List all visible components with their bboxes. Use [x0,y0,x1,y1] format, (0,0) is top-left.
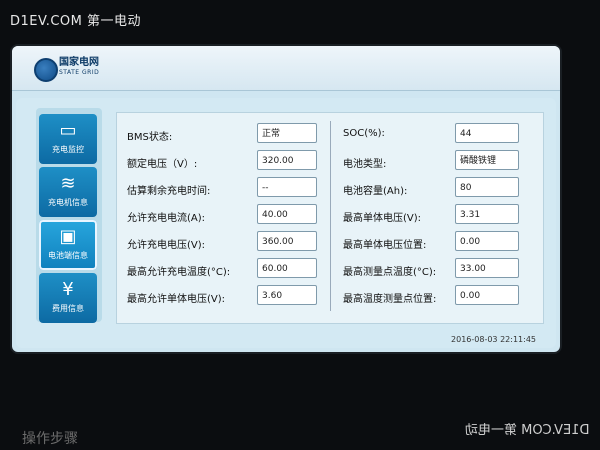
plug-icon: ▭ [59,120,77,141]
brand: 国家电网 STATE GRID [59,58,99,78]
field-label: 最高单体电压位置: [343,240,427,251]
brand-cn: 国家电网 [59,57,99,68]
field-label: 最高单体电压(V): [343,213,422,224]
field-value: 3.60 [257,285,317,305]
field-value: 0.00 [455,285,519,305]
field-label: 允许充电电压(V): [127,240,206,251]
field-value: 33.00 [455,258,519,278]
field-row: BMS状态: 正常 [127,123,322,145]
column-divider [330,121,331,311]
field-value: 360.00 [257,231,317,251]
field-row: 电池类型: 磷酸铁锂 [343,150,538,172]
battery-icon: ▣ [59,226,77,247]
charger-icon: ≋ [60,173,76,194]
field-label: 额定电压（V）: [127,159,198,170]
field-label: 最高允许充电温度(°C): [127,267,231,278]
content-area: ▭ 充电监控 ≋ 充电机信息 ▣ 电池端信息 ¥ 费用信息 BMS状态: 正常 [16,98,556,348]
menu-item-charger-info[interactable]: ≋ 充电机信息 [39,167,97,217]
state-grid-logo-icon [34,58,58,82]
watermark-bottom: D1EV.COM 第一电动 [465,423,590,438]
field-value: 320.00 [257,150,317,170]
field-row: 最高单体电压位置: 0.00 [343,231,538,253]
field-value: 0.00 [455,231,519,251]
field-value: 正常 [257,123,317,143]
field-label: 电池容量(Ah): [343,186,408,197]
header-bar: 国家电网 STATE GRID [12,46,560,91]
menu-item-charging-monitor[interactable]: ▭ 充电监控 [39,114,97,164]
field-row: 最高测量点温度(°C): 33.00 [343,258,538,280]
field-row: 最高单体电压(V): 3.31 [343,204,538,226]
bezel-label: 操作步骤 [22,431,78,447]
menu-item-fee-info[interactable]: ¥ 费用信息 [39,273,97,323]
brand-en: STATE GRID [59,69,100,76]
watermark-top: D1EV.COM 第一电动 [10,14,142,29]
field-value: 磷酸铁锂 [455,150,519,170]
field-label: 电池类型: [343,159,387,170]
field-label: 最高温度测量点位置: [343,294,437,305]
battery-info-panel: BMS状态: 正常 额定电压（V）: 320.00 估算剩余充电时间: -- 允… [116,112,544,324]
field-label: 最高允许单体电压(V): [127,294,226,305]
field-row: 允许充电电流(A): 40.00 [127,204,322,226]
menu-label: 电池端信息 [48,251,88,260]
menu-label: 费用信息 [52,304,84,313]
device-screen: 国家电网 STATE GRID ▭ 充电监控 ≋ 充电机信息 ▣ 电池端信息 ¥… [12,46,560,352]
field-value: 40.00 [257,204,317,224]
field-value: -- [257,177,317,197]
field-label: BMS状态: [127,132,173,143]
field-label: 最高测量点温度(°C): [343,267,437,278]
field-label: 允许充电电流(A): [127,213,206,224]
field-value: 60.00 [257,258,317,278]
menu-label: 充电监控 [52,145,84,154]
field-row: 电池容量(Ah): 80 [343,177,538,199]
field-label: 估算剩余充电时间: [127,186,211,197]
field-value: 80 [455,177,519,197]
field-row: 允许充电电压(V): 360.00 [127,231,322,253]
field-row: 最高允许充电温度(°C): 60.00 [127,258,322,280]
field-row: SOC(%): 44 [343,123,538,145]
field-value: 44 [455,123,519,143]
menu-label: 充电机信息 [48,198,88,207]
yen-icon: ¥ [62,279,74,300]
field-row: 额定电压（V）: 320.00 [127,150,322,172]
menu-item-battery-info[interactable]: ▣ 电池端信息 [39,220,97,270]
field-row: 估算剩余充电时间: -- [127,177,322,199]
field-value: 3.31 [455,204,519,224]
field-row: 最高允许单体电压(V): 3.60 [127,285,322,307]
side-menu: ▭ 充电监控 ≋ 充电机信息 ▣ 电池端信息 ¥ 费用信息 [36,108,102,323]
timestamp: 2016-08-03 22:11:45 [451,335,536,344]
field-row: 最高温度测量点位置: 0.00 [343,285,538,307]
field-label: SOC(%): [343,128,385,139]
